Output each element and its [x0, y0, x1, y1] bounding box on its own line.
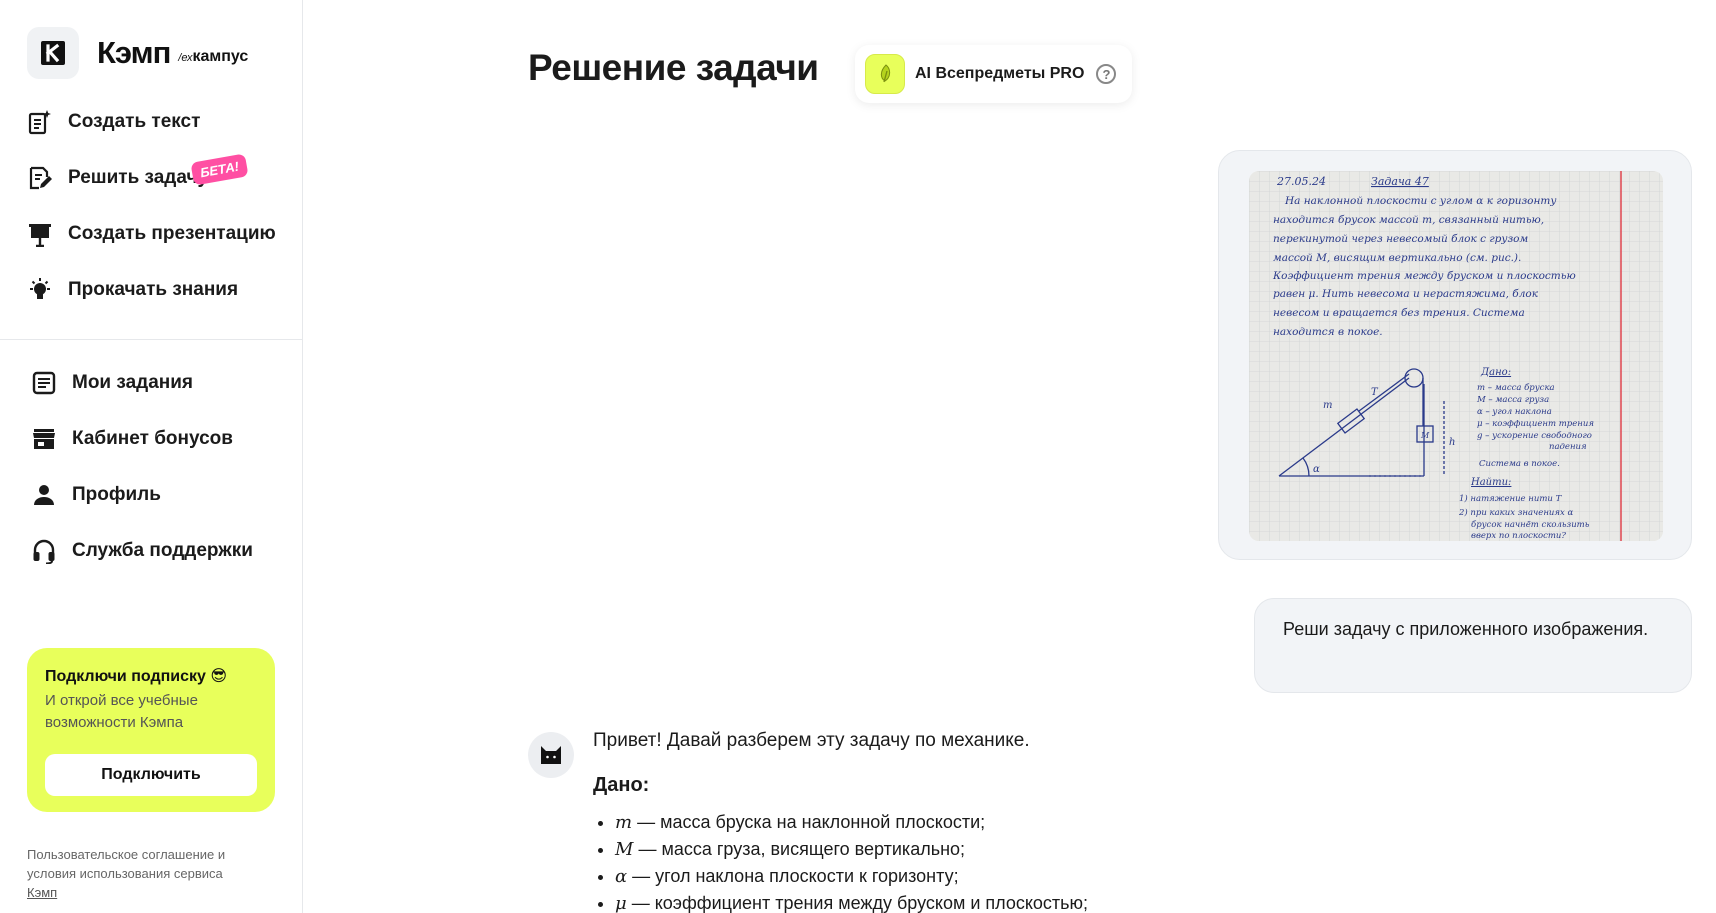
var-symbol: M — [615, 839, 634, 860]
solve-task-icon — [26, 164, 54, 192]
note-find: брусок начнёт скользить — [1471, 519, 1590, 530]
note-label-h: h — [1449, 437, 1455, 448]
note-label-bigm: M — [1420, 431, 1430, 440]
lightbulb-icon — [26, 276, 54, 304]
nav-item-create-presentation[interactable]: Создать презентацию — [26, 206, 276, 262]
bot-given-list: m — масса бруска на наклонной плоскости;… — [593, 809, 1213, 913]
nav-secondary: Мои задания Кабинет бонусов Профиль Служ… — [30, 355, 253, 579]
list-item: μ — коэффициент трения между бруском и п… — [615, 890, 1213, 913]
sidebar: Кэмп /ехкампус Создать текст Решить зада… — [0, 0, 303, 913]
note-line: равен μ. Нить невесома и нерастяжима, бл… — [1273, 288, 1539, 300]
nav-label: Кабинет бонусов — [72, 428, 233, 449]
var-description: — коэффициент трения между бруском и пло… — [626, 893, 1089, 913]
model-leaf-icon — [865, 54, 905, 94]
page-title: Решение задачи — [528, 47, 819, 88]
nav-item-create-text[interactable]: Создать текст — [26, 94, 276, 150]
note-line: перекинутой через невесомый блок с грузо… — [1273, 233, 1528, 245]
note-label-m: m — [1323, 400, 1332, 411]
note-heading: Задача 47 — [1371, 175, 1429, 188]
user-message-text: Реши задачу с приложенного изображения. — [1283, 619, 1649, 639]
nav-item-profile[interactable]: Профиль — [30, 467, 253, 523]
sidebar-divider — [0, 339, 303, 340]
headset-icon — [30, 537, 58, 565]
note-find-title: Найти: — [1470, 477, 1511, 488]
promo-text: И открой все учебные возможности Кэмпа — [45, 692, 198, 731]
notebook-photo[interactable]: 27.05.24 Задача 47 На наклонной плоскост… — [1249, 171, 1663, 541]
logo[interactable]: Кэмп /ехкампус — [27, 27, 248, 79]
person-icon — [30, 481, 58, 509]
nav-item-bonus-cabinet[interactable]: Кабинет бонусов — [30, 411, 253, 467]
promo-title: Подключи подписку 😎 — [45, 668, 228, 685]
bot-avatar — [528, 732, 574, 778]
legal-text-body: Пользовательское соглашение и условия ис… — [27, 847, 226, 881]
logo-icon — [27, 27, 79, 79]
nav-item-my-tasks[interactable]: Мои задания — [30, 355, 253, 411]
note-find: вверх по плоскости? — [1471, 531, 1566, 541]
nav-label: Решить задачу — [68, 167, 209, 188]
create-text-icon — [26, 108, 54, 136]
var-description: — масса бруска на наклонной плоскости; — [632, 812, 986, 832]
note-line: находится в покое. — [1273, 326, 1383, 338]
bot-given-title: Дано: — [593, 774, 650, 796]
note-line: невесом и вращается без трения. Система — [1273, 307, 1525, 319]
note-given: g – ускорение свободного — [1477, 430, 1592, 441]
store-icon — [30, 425, 58, 453]
var-description: — угол наклона плоскости к горизонту; — [627, 866, 959, 886]
brand-name: Кэмп — [97, 35, 171, 70]
list-item: α — угол наклона плоскости к горизонту; — [615, 863, 1213, 890]
nav-label: Профиль — [72, 484, 161, 505]
list-item: m — масса бруска на наклонной плоскости; — [615, 809, 1213, 836]
var-symbol: m — [615, 812, 633, 833]
note-label-alpha: α — [1313, 464, 1320, 475]
note-given: m – масса бруска — [1477, 382, 1555, 393]
brand-sub: /ехкампус — [178, 48, 248, 66]
legal-text: Пользовательское соглашение и условия ис… — [27, 845, 267, 902]
var-description: — масса груза, висящего вертикально; — [633, 839, 966, 859]
nav-label: Служба поддержки — [72, 540, 253, 561]
note-given: падения — [1549, 442, 1587, 452]
note-given-title: Дано: — [1480, 367, 1511, 378]
subscription-promo: Подключи подписку 😎 И открой все учебные… — [27, 648, 275, 812]
note-given: α – угол наклона — [1477, 407, 1552, 417]
model-name: AI Всепредметы PRO — [915, 65, 1085, 82]
note-find: 2) при каких значениях α — [1458, 507, 1574, 518]
note-date: 27.05.24 — [1276, 175, 1326, 188]
nav-primary: Создать текст Решить задачу Создать през… — [26, 94, 276, 318]
var-symbol: μ — [615, 893, 627, 913]
subscribe-button[interactable]: Подключить — [45, 754, 257, 796]
nav-item-boost-knowledge[interactable]: Прокачать знания — [26, 262, 276, 318]
note-find: 1) натяжение нити T — [1459, 493, 1563, 504]
note-given: Система в покое. — [1479, 459, 1560, 469]
nav-label: Прокачать знания — [68, 279, 239, 300]
nav-label: Создать презентацию — [68, 223, 276, 244]
bot-greeting: Привет! Давай разберем эту задачу по мех… — [593, 730, 1030, 751]
bot-message: Привет! Давай разберем эту задачу по мех… — [593, 730, 1213, 913]
model-selector[interactable]: AI Всепредметы PRO ? — [855, 45, 1133, 103]
user-image-message: 27.05.24 Задача 47 На наклонной плоскост… — [1218, 150, 1692, 560]
list-item: M — масса груза, висящего вертикально; — [615, 836, 1213, 863]
note-line: массой M, висящим вертикально (см. рис.)… — [1273, 252, 1521, 264]
nav-label: Создать текст — [68, 111, 201, 132]
note-line: На наклонной плоскости с углом α к гориз… — [1284, 195, 1557, 207]
help-icon[interactable]: ? — [1096, 64, 1117, 84]
note-given: μ – коэффициент трения — [1477, 419, 1594, 429]
note-line: находится брусок массой m, связанный нит… — [1273, 214, 1544, 226]
note-line: Коэффициент трения между бруском и плоск… — [1272, 270, 1576, 282]
nav-item-support[interactable]: Служба поддержки — [30, 523, 253, 579]
var-symbol: α — [615, 866, 628, 887]
presentation-icon — [26, 220, 54, 248]
user-text-message: Реши задачу с приложенного изображения. — [1254, 598, 1692, 693]
legal-link[interactable]: Кэмп — [27, 885, 57, 900]
brand-sub-prefix: /ех — [178, 52, 193, 64]
tasks-icon — [30, 369, 58, 397]
brand-sub-text: кампус — [192, 48, 249, 65]
note-given: M – масса груза — [1476, 395, 1549, 405]
nav-label: Мои задания — [72, 372, 194, 393]
